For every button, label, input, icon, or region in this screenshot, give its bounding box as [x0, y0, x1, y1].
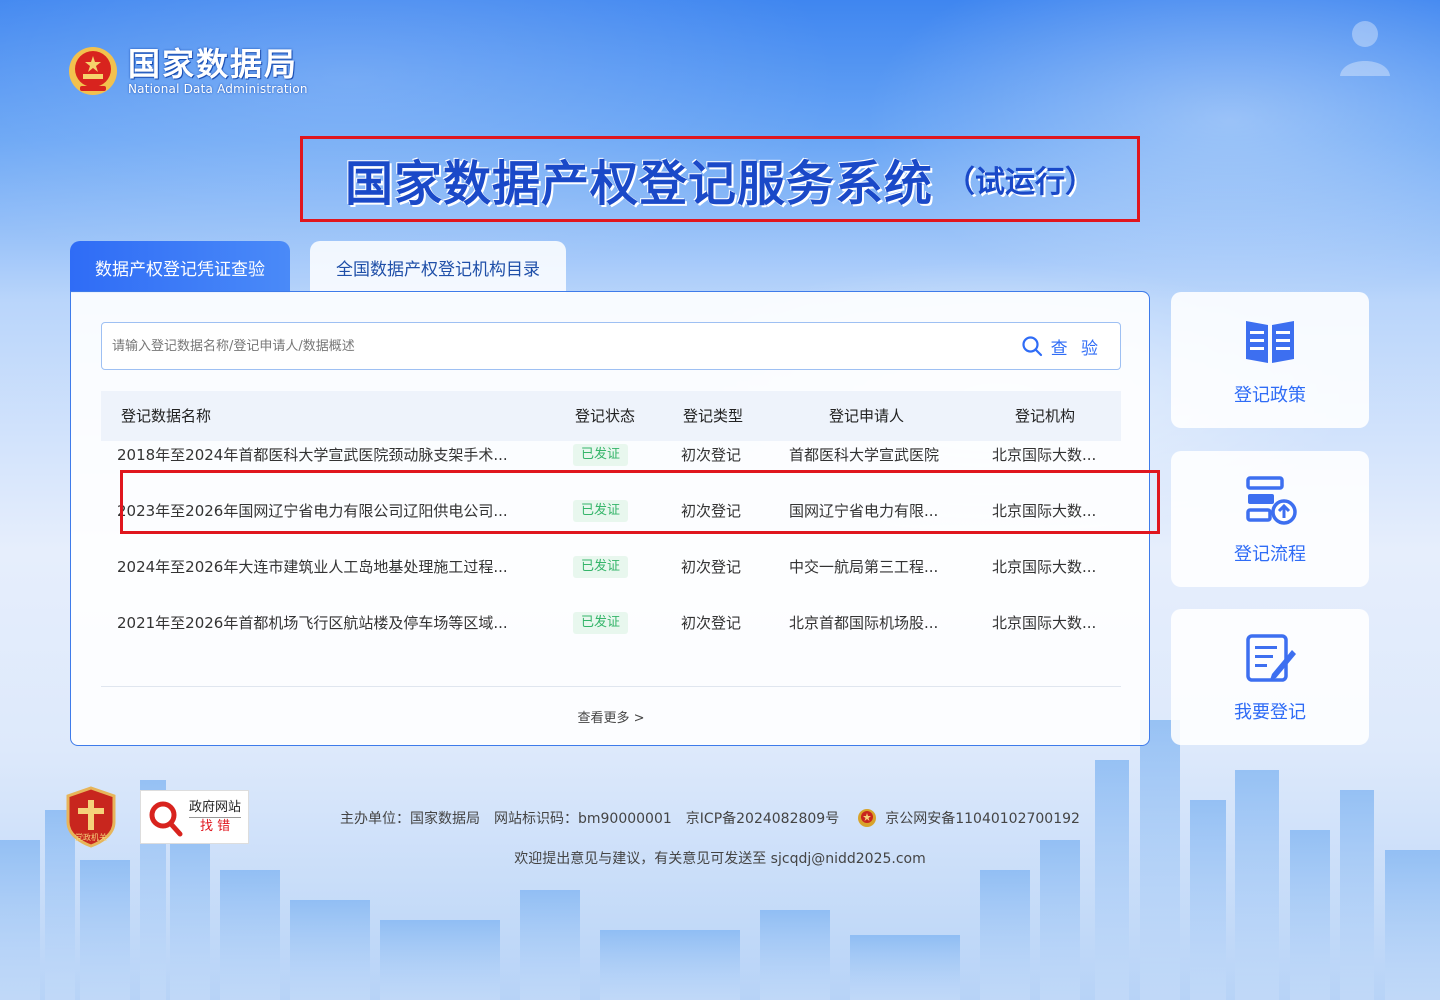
table-row[interactable]: 2018年至2024年首都医科大学宣武医院颈动脉支架手术... 已发证 初次登记…	[101, 441, 1121, 497]
footer-site-code: 网站标识码：bm90000001	[494, 811, 672, 827]
cell-data-name: 2023年至2026年国网辽宁省电力有限公司辽阳供电公司...	[117, 502, 508, 520]
logo-subtitle: National Data Administration	[128, 82, 308, 96]
status-badge: 已发证	[573, 612, 629, 634]
side-button-process[interactable]: 登记流程	[1171, 451, 1369, 587]
column-header-status: 登记状态	[575, 407, 636, 425]
column-header-name: 登记数据名称	[121, 407, 212, 425]
gov-error-line1: 政府网站	[189, 799, 242, 815]
status-badge: 已发证	[573, 556, 629, 578]
cell-applicant: 北京首都国际机场股...	[789, 614, 939, 632]
side-button-policy[interactable]: 登记政策	[1171, 292, 1369, 428]
table-row[interactable]: 2021年至2026年首都机场飞行区航站楼及停车场等区域... 已发证 初次登记…	[101, 609, 1121, 665]
edit-icon	[1246, 634, 1296, 682]
side-button-register[interactable]: 我要登记	[1171, 609, 1369, 745]
tab-certificate-verify[interactable]: 数据产权登记凭证查验	[70, 241, 290, 293]
cell-agency: 北京国际大数...	[992, 614, 1097, 632]
footer-police-link[interactable]: 京公网安备11040102700192	[885, 808, 1080, 828]
footer-host: 主办单位：国家数据局	[340, 811, 480, 827]
side-button-register-label: 我要登记	[1234, 702, 1306, 723]
column-header-agency: 登记机构	[1015, 407, 1076, 425]
site-logo[interactable]: 国家数据局 National Data Administration	[68, 46, 308, 96]
table-header: 登记数据名称 登记状态 登记类型 登记申请人 登记机构	[101, 391, 1121, 441]
book-icon	[1246, 321, 1294, 363]
status-badge: 已发证	[573, 444, 629, 466]
footer-info: 主办单位：国家数据局 网站标识码：bm90000001 京ICP备2024082…	[340, 806, 1080, 830]
user-silhouette-icon	[1340, 21, 1390, 76]
view-more-link[interactable]: 查看更多 >	[71, 707, 1151, 726]
cell-applicant: 国网辽宁省电力有限...	[789, 502, 939, 520]
cell-type: 初次登记	[681, 502, 742, 520]
gov-site-error-report[interactable]: 政府网站 找 错	[140, 790, 249, 844]
page-title-sub: （试运行）	[945, 165, 1095, 200]
cell-type: 初次登记	[681, 614, 742, 632]
search-bar: 查 验	[101, 322, 1121, 370]
logo-title: 国家数据局	[128, 45, 299, 83]
cell-applicant: 中交一航局第三工程...	[789, 558, 939, 576]
cell-agency: 北京国际大数...	[992, 446, 1097, 464]
magnifier-icon	[149, 801, 183, 837]
side-button-policy-label: 登记政策	[1234, 385, 1306, 406]
cell-data-name: 2018年至2024年首都医科大学宣武医院颈动脉支架手术...	[117, 446, 508, 464]
cell-data-name: 2021年至2026年首都机场飞行区航站楼及停车场等区域...	[117, 614, 508, 632]
cell-type: 初次登记	[681, 446, 742, 464]
table-row[interactable]: 2024年至2026年大连市建筑业人工岛地基处理施工过程... 已发证 初次登记…	[101, 553, 1121, 609]
table-divider	[101, 686, 1121, 687]
verify-button-label: 查 验	[1050, 338, 1102, 359]
cell-type: 初次登记	[681, 558, 742, 576]
status-badge: 已发证	[573, 500, 629, 522]
column-header-type: 登记类型	[683, 407, 744, 425]
cell-data-name: 2024年至2026年大连市建筑业人工岛地基处理施工过程...	[117, 558, 508, 576]
search-card: 查 验 登记数据名称 登记状态 登记类型 登记申请人 登记机构 2018年至20…	[70, 291, 1150, 746]
footer-feedback: 欢迎提出意见与建议，有关意见可发送至 sjcqdj@nidd2025.com	[514, 851, 926, 867]
cell-agency: 北京国际大数...	[992, 502, 1097, 520]
page-title: 国家数据产权登记服务系统	[344, 156, 933, 212]
cell-agency: 北京国际大数...	[992, 558, 1097, 576]
party-gov-agency-label: 党政机关	[75, 832, 107, 842]
cell-applicant: 首都医科大学宣武医院	[789, 446, 940, 464]
verify-button[interactable]: 查 验	[1021, 334, 1120, 359]
national-emblem-icon	[69, 47, 117, 95]
table-row[interactable]: 2023年至2026年国网辽宁省电力有限公司辽阳供电公司... 已发证 初次登记…	[101, 497, 1121, 553]
side-button-process-label: 登记流程	[1234, 544, 1306, 565]
column-header-applicant: 登记申请人	[829, 407, 905, 425]
search-icon	[1021, 336, 1042, 357]
gov-error-line2: 找 错	[189, 816, 242, 836]
footer-icp-link[interactable]: 京ICP备2024082809号	[686, 808, 839, 828]
page-title-highlight: 国家数据产权登记服务系统 （试运行）	[300, 136, 1140, 222]
tab-agency-directory[interactable]: 全国数据产权登记机构目录	[310, 241, 566, 293]
process-icon	[1246, 476, 1297, 525]
search-input[interactable]	[102, 323, 1021, 369]
party-gov-agency-badge-icon[interactable]: 党政机关	[64, 786, 118, 848]
police-badge-icon	[858, 809, 877, 827]
